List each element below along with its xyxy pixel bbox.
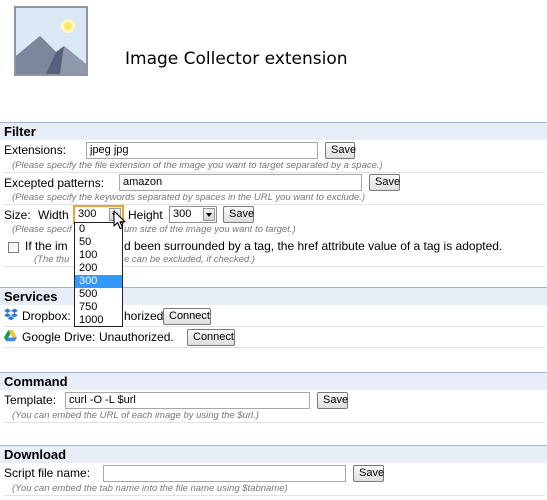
size-label: Size: [4, 208, 31, 222]
href-adopt-checkbox[interactable] [8, 242, 19, 253]
width-option-1000[interactable]: 1000 [75, 314, 122, 327]
divider [4, 495, 545, 496]
dropbox-connect-button[interactable]: Connect [163, 308, 211, 325]
excepted-patterns-save-button[interactable]: Save [369, 174, 400, 191]
excepted-patterns-label: Excepted patterns: [4, 176, 105, 190]
width-dropdown-list[interactable]: 0 50 100 200 300 500 750 1000 [74, 222, 123, 327]
href-adopt-text-start: If the im [25, 239, 68, 253]
google-drive-status: Unauthorized. [99, 330, 174, 344]
script-file-name-save-button[interactable]: Save [353, 465, 384, 482]
command-section-heading: Command [0, 372, 547, 390]
extension-logo [14, 6, 88, 76]
extensions-input[interactable]: jpeg jpg [86, 142, 318, 159]
href-adopt-hint-start: (The thu [34, 254, 70, 265]
size-save-button[interactable]: Save [223, 206, 254, 223]
width-option-100[interactable]: 100 [75, 249, 122, 262]
width-option-300[interactable]: 300 [75, 275, 122, 288]
template-input[interactable]: curl -O -L $url [65, 392, 310, 409]
height-label: Height [128, 208, 163, 222]
divider [4, 172, 545, 173]
excepted-patterns-input[interactable]: amazon [119, 174, 362, 191]
download-section-heading: Download [0, 445, 547, 463]
width-option-200[interactable]: 200 [75, 262, 122, 275]
size-hint-start: (Please specif [12, 224, 72, 235]
width-option-500[interactable]: 500 [75, 288, 122, 301]
mouse-pointer-icon [113, 210, 126, 230]
extensions-label: Extensions: [4, 143, 67, 157]
divider [4, 204, 545, 205]
dropbox-icon [4, 308, 18, 321]
size-hint-end: um size of the image you want to target.… [124, 224, 296, 235]
width-option-50[interactable]: 50 [75, 236, 122, 249]
chevron-down-icon[interactable] [203, 208, 215, 221]
app-title: Image Collector extension [125, 49, 348, 69]
width-select-value: 300 [78, 208, 97, 220]
dropbox-label: Dropbox: [22, 309, 71, 323]
extensions-hint: (Please specify the file extension of th… [12, 160, 383, 171]
google-drive-icon [4, 330, 17, 342]
template-save-button[interactable]: Save [317, 392, 348, 409]
script-file-name-input[interactable] [103, 465, 346, 482]
height-select[interactable]: 300 [169, 206, 217, 223]
google-drive-label: Google Drive: [22, 330, 96, 344]
height-select-value: 300 [173, 208, 192, 220]
width-label: Width [38, 208, 69, 222]
template-hint: (You can embed the URL of each image by … [12, 410, 259, 421]
dropbox-status: horized. [124, 309, 167, 323]
excepted-patterns-hint: (Please specify the keywords separated b… [12, 192, 366, 203]
script-file-name-hint: (You can embed the tab name into the fil… [12, 483, 288, 494]
extensions-save-button[interactable]: Save [325, 142, 356, 159]
filter-section-heading: Filter [0, 122, 547, 140]
width-option-750[interactable]: 750 [75, 301, 122, 314]
image-icon [16, 8, 86, 74]
href-adopt-text-end: d been surrounded by a tag, the href att… [124, 239, 503, 253]
href-adopt-hint-end: e can be excluded, if checked.) [124, 254, 255, 265]
script-file-name-label: Script file name: [4, 466, 91, 480]
google-drive-connect-button[interactable]: Connect [187, 329, 235, 346]
divider [4, 347, 545, 348]
template-label: Template: [4, 393, 57, 407]
divider [4, 422, 545, 423]
